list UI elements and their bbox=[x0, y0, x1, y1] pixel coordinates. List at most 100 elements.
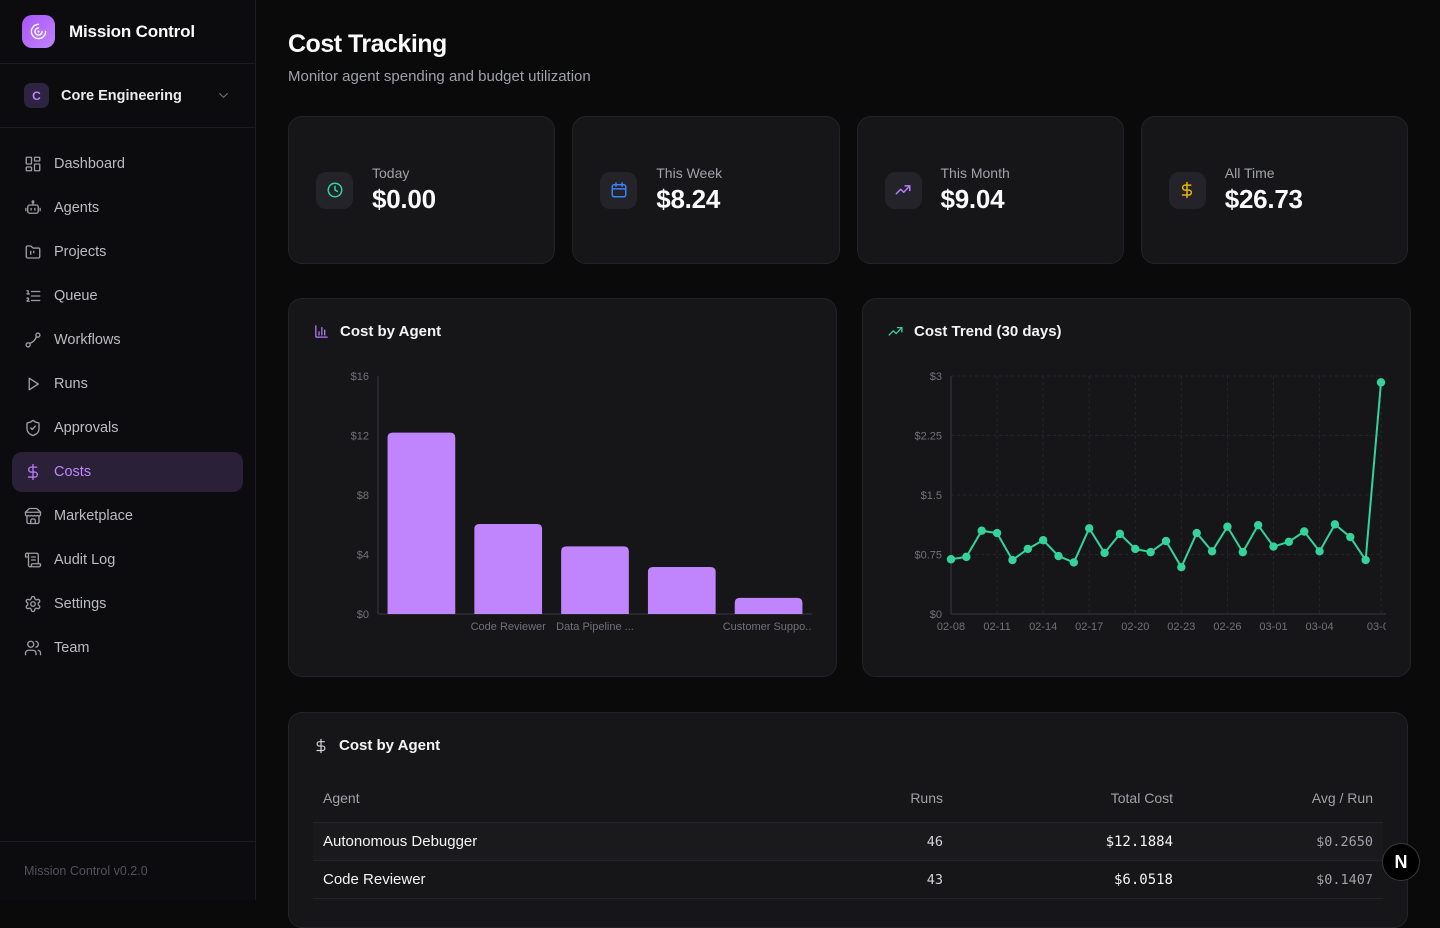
app-version: Mission Control v0.2.0 bbox=[0, 841, 255, 900]
stat-card-today: Today $0.00 bbox=[288, 116, 555, 264]
sidebar-nav: Dashboard Agents Projects Queue Workflows Run… bbox=[0, 128, 255, 668]
column-header-runs: Runs bbox=[813, 790, 953, 823]
svg-text:02-14: 02-14 bbox=[1029, 621, 1057, 633]
stat-card-all-time: All Time $26.73 bbox=[1141, 116, 1408, 264]
chevron-down-icon bbox=[216, 88, 231, 103]
table-header-row: AgentRunsTotal CostAvg / Run bbox=[313, 790, 1383, 823]
workflow-icon bbox=[24, 331, 42, 349]
chart-title: Cost Trend (30 days) bbox=[914, 323, 1062, 340]
svg-text:$16: $16 bbox=[351, 371, 369, 383]
users-icon bbox=[24, 639, 42, 657]
column-header-agent: Agent bbox=[313, 790, 813, 823]
svg-text:Customer Suppo...: Customer Suppo... bbox=[723, 621, 812, 633]
scroll-icon bbox=[24, 551, 42, 569]
gear-icon bbox=[24, 595, 42, 613]
page-subtitle: Monitor agent spending and budget utiliz… bbox=[288, 68, 1408, 85]
stat-card-this-month: This Month $9.04 bbox=[857, 116, 1124, 264]
clock-icon bbox=[316, 172, 353, 209]
logo-target-icon bbox=[29, 22, 48, 41]
cell-runs: 43 bbox=[813, 861, 953, 899]
svg-text:03-01: 03-01 bbox=[1259, 621, 1287, 633]
cell-agent: Autonomous Debugger bbox=[313, 823, 813, 861]
sidebar-item-dashboard[interactable]: Dashboard bbox=[12, 144, 243, 184]
chart-title: Cost by Agent bbox=[340, 323, 441, 340]
sidebar-item-audit-log[interactable]: Audit Log bbox=[12, 540, 243, 580]
sidebar-item-label: Audit Log bbox=[54, 552, 115, 568]
list-ordered-icon bbox=[24, 287, 42, 305]
svg-text:Data Pipeline ...: Data Pipeline ... bbox=[556, 621, 634, 633]
dashboard-icon bbox=[24, 155, 42, 173]
stat-label: This Month bbox=[941, 165, 1010, 181]
cost-table-card: Cost by Agent AgentRunsTotal CostAvg / R… bbox=[288, 712, 1408, 928]
svg-text:02-20: 02-20 bbox=[1121, 621, 1149, 633]
sidebar-item-label: Agents bbox=[54, 200, 99, 216]
sidebar-item-label: Approvals bbox=[54, 420, 118, 436]
cell-total: $6.0518 bbox=[953, 861, 1183, 899]
stat-card-this-week: This Week$8.24 bbox=[572, 116, 839, 264]
sidebar-item-costs[interactable]: Costs bbox=[12, 452, 243, 492]
sidebar-item-approvals[interactable]: Approvals bbox=[12, 408, 243, 448]
play-icon bbox=[24, 375, 42, 393]
cost-trend-line-chart: $0$0.75$1.5$2.25$302-0802-1102-1402-1702… bbox=[887, 352, 1386, 644]
stat-value: $26.73 bbox=[1225, 184, 1303, 215]
svg-text:$2.25: $2.25 bbox=[914, 431, 942, 443]
sidebar-item-label: Dashboard bbox=[54, 156, 125, 172]
calendar-icon bbox=[600, 172, 637, 209]
cell-avg: $0.2650 bbox=[1183, 823, 1383, 861]
app-title: Mission Control bbox=[69, 22, 195, 42]
sidebar-item-label: Runs bbox=[54, 376, 88, 392]
shield-check-icon bbox=[24, 419, 42, 437]
chart-card-header: Cost Trend (30 days) bbox=[887, 323, 1386, 340]
stat-label: All Time bbox=[1225, 165, 1303, 181]
table-row: Code Reviewer43$6.0518$0.1407 bbox=[313, 861, 1383, 899]
sidebar-item-label: Team bbox=[54, 640, 89, 656]
svg-text:$1.5: $1.5 bbox=[921, 490, 942, 502]
svg-text:02-08: 02-08 bbox=[937, 621, 965, 633]
svg-text:$4: $4 bbox=[357, 550, 369, 562]
table-card-header: Cost by Agent bbox=[313, 737, 1383, 754]
column-header-avg-run: Avg / Run bbox=[1183, 790, 1383, 823]
cost-table: AgentRunsTotal CostAvg / Run Autonomous … bbox=[313, 790, 1383, 899]
sidebar-item-settings[interactable]: Settings bbox=[12, 584, 243, 624]
app-logo bbox=[22, 15, 55, 48]
sidebar-item-queue[interactable]: Queue bbox=[12, 276, 243, 316]
sidebar-item-projects[interactable]: Projects bbox=[12, 232, 243, 272]
trending-up-icon bbox=[885, 172, 922, 209]
nextjs-devtools-button[interactable]: N bbox=[1382, 843, 1420, 881]
stat-label: Today bbox=[372, 165, 436, 181]
svg-text:$0: $0 bbox=[930, 609, 942, 621]
sidebar-item-workflows[interactable]: Workflows bbox=[12, 320, 243, 360]
trending-up-icon bbox=[887, 323, 904, 340]
stat-value: $9.04 bbox=[941, 184, 1010, 215]
folder-icon bbox=[24, 243, 42, 261]
sidebar-item-label: Queue bbox=[54, 288, 98, 304]
svg-text:$3: $3 bbox=[930, 371, 942, 383]
sidebar-item-agents[interactable]: Agents bbox=[12, 188, 243, 228]
charts-row: Cost by Agent $0$4$8$12$16Code ReviewerD… bbox=[288, 298, 1408, 677]
svg-text:03-04: 03-04 bbox=[1306, 621, 1334, 633]
cell-agent: Code Reviewer bbox=[313, 861, 813, 899]
team-badge: C bbox=[24, 83, 49, 108]
stat-value: $0.00 bbox=[372, 184, 436, 215]
cell-runs: 46 bbox=[813, 823, 953, 861]
main-content: Cost Tracking Monitor agent spending and… bbox=[256, 0, 1440, 928]
chart-card-header: Cost by Agent bbox=[313, 323, 812, 340]
team-selector[interactable]: C Core Engineering bbox=[0, 64, 255, 128]
sidebar-item-label: Workflows bbox=[54, 332, 121, 348]
sidebar-item-label: Settings bbox=[54, 596, 106, 612]
bot-icon bbox=[24, 199, 42, 217]
cost-by-agent-bar-chart: $0$4$8$12$16Code ReviewerData Pipeline .… bbox=[313, 352, 812, 644]
svg-text:02-23: 02-23 bbox=[1167, 621, 1195, 633]
svg-text:$0: $0 bbox=[357, 609, 369, 621]
sidebar-item-team[interactable]: Team bbox=[12, 628, 243, 668]
sidebar-item-label: Costs bbox=[54, 464, 91, 480]
sidebar-item-marketplace[interactable]: Marketplace bbox=[12, 496, 243, 536]
dollar-icon bbox=[1169, 172, 1206, 209]
svg-text:02-11: 02-11 bbox=[983, 621, 1010, 633]
stats-row: Today $0.00 This Week$8.24 This Month $9.04 A… bbox=[288, 116, 1408, 264]
sidebar-item-runs[interactable]: Runs bbox=[12, 364, 243, 404]
column-header-total-cost: Total Cost bbox=[953, 790, 1183, 823]
sidebar-header: Mission Control bbox=[0, 0, 255, 64]
svg-text:03-08: 03-08 bbox=[1367, 621, 1386, 633]
sidebar-item-label: Marketplace bbox=[54, 508, 133, 524]
